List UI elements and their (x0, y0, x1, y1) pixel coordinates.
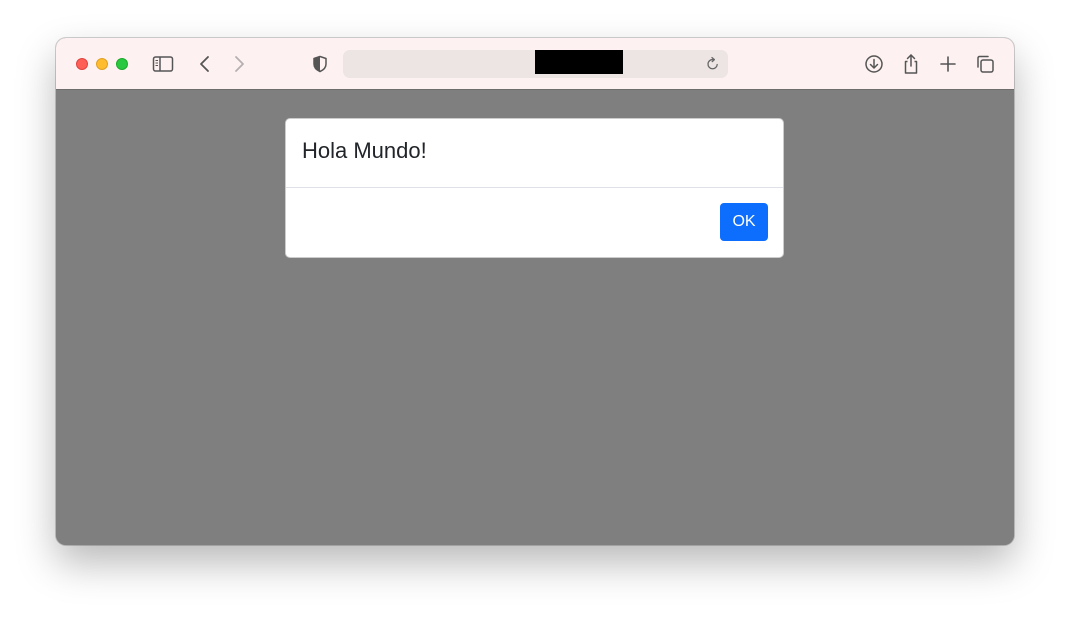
page-backdrop: Hola Mundo! OK (56, 90, 1014, 545)
redacted-url (535, 50, 623, 74)
download-icon[interactable] (861, 51, 887, 77)
sidebar-icon[interactable] (150, 51, 176, 77)
shield-icon[interactable] (307, 51, 333, 77)
minimize-window-button[interactable] (96, 58, 108, 70)
tabs-overview-icon[interactable] (972, 51, 998, 77)
close-window-button[interactable] (76, 58, 88, 70)
dialog-header: Hola Mundo! (286, 119, 783, 188)
ok-button[interactable]: OK (720, 203, 768, 241)
chevron-right-icon[interactable] (226, 51, 252, 77)
browser-toolbar: No seguro — (56, 38, 1014, 90)
alert-dialog: Hola Mundo! OK (285, 118, 784, 258)
browser-window: No seguro — (56, 38, 1014, 545)
reload-icon[interactable] (704, 55, 722, 73)
plus-icon[interactable] (935, 51, 961, 77)
maximize-window-button[interactable] (116, 58, 128, 70)
address-bar[interactable]: No seguro — (343, 50, 728, 78)
dialog-title: Hola Mundo! (302, 138, 427, 163)
share-icon[interactable] (898, 51, 924, 77)
chevron-left-icon[interactable] (192, 51, 218, 77)
